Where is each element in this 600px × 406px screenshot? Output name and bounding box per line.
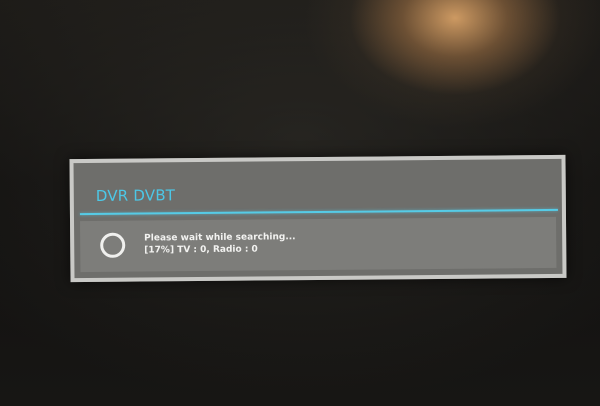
- progress-content: Please wait while searching... [17%] TV …: [80, 216, 557, 273]
- searching-message: Please wait while searching...: [144, 232, 296, 244]
- dialog-title: DVR DVBT: [95, 186, 176, 205]
- tv-screen: DVR DVBT Please wait while searching... …: [0, 0, 600, 406]
- scan-status-text: [17%] TV : 0, Radio : 0: [144, 244, 258, 256]
- progress-spinner-icon: [100, 232, 126, 258]
- search-progress-dialog: DVR DVBT Please wait while searching... …: [69, 154, 567, 283]
- title-divider: [79, 208, 558, 216]
